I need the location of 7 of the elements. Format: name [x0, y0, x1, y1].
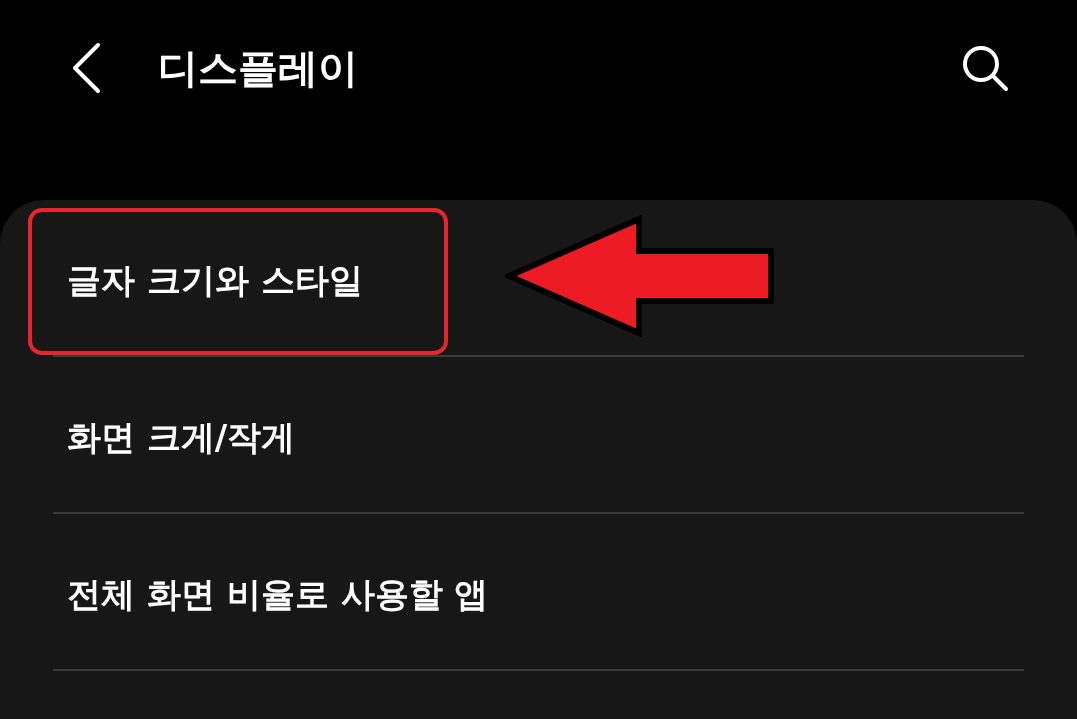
page-title: 디스플레이: [158, 44, 358, 93]
arrow-icon: [505, 215, 777, 337]
settings-item[interactable]: 전체 화면 비율로 사용할 앱: [53, 514, 1024, 669]
search-icon: [960, 43, 1010, 93]
settings-item[interactable]: 화면 크게/작게: [53, 357, 1024, 512]
settings-item[interactable]: 글자 크기와 스타일: [53, 200, 1024, 355]
back-icon: [70, 42, 102, 94]
